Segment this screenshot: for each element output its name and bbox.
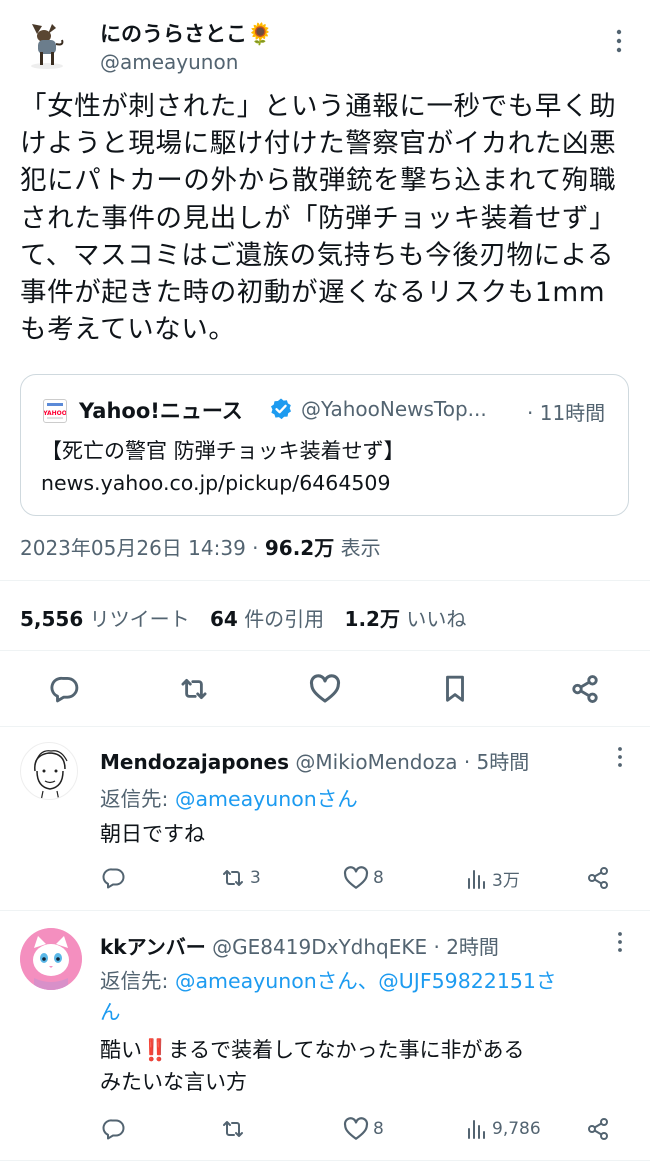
retweets-count: 5,556	[20, 607, 84, 631]
tweet-meta-line: 2023年05月26日 14:39 · 96.2万 表示	[20, 532, 381, 561]
reply-time: · 5時間	[463, 750, 530, 774]
retweet-button[interactable]	[220, 1117, 250, 1141]
reply-header: kkアンバー @GE8419DxYdhqEKE · 2時間	[100, 931, 499, 960]
reply-to-line: 返信先: @ameayunonさん	[100, 782, 358, 812]
views-icon	[466, 867, 488, 891]
reply-text-line: 酷い‼️まるで装着してなかった事に非がある	[100, 1038, 525, 1062]
like-icon	[343, 866, 369, 890]
more-icon[interactable]	[612, 28, 626, 54]
retweet-count: 3	[250, 868, 261, 888]
retweet-icon[interactable]	[178, 674, 210, 704]
more-icon[interactable]	[614, 931, 626, 953]
yahoo-logo-icon: YAHOO	[43, 399, 67, 423]
share-icon[interactable]	[570, 674, 600, 704]
reply-avatar[interactable]	[20, 928, 82, 990]
reply-header: Mendozajapones @MikioMendoza · 5時間	[100, 746, 529, 775]
author-avatar[interactable]	[18, 14, 76, 72]
tweet-timestamp[interactable]: 2023年05月26日 14:39	[20, 536, 246, 560]
reply-text: 朝日ですね	[100, 822, 205, 846]
reply-to-link[interactable]: ん	[100, 1000, 121, 1024]
quote-handle[interactable]: @YahooNewsTop...	[301, 397, 487, 421]
reply-to-prefix: 返信先:	[100, 969, 175, 993]
quote-headline: 【死亡の警官 防弾チョッキ装着せず】	[41, 439, 405, 463]
views-count: 9,786	[492, 1119, 541, 1139]
quotes-stat[interactable]: 64 件の引用	[210, 607, 331, 631]
more-icon[interactable]	[614, 746, 626, 768]
likes-label: いいね	[406, 607, 467, 631]
retweets-stat[interactable]: 5,556 リツイート	[20, 607, 196, 631]
reply-handle[interactable]: @GE8419DxYdhqEKE	[212, 935, 427, 959]
tweet-text: 「女性が刺された」という通報に一秒でも早く助けようと現場に駆け付けた警察官がイカ…	[20, 91, 617, 346]
likes-count: 1.2万	[344, 607, 400, 631]
views-count: 3万	[492, 871, 520, 891]
share-icon[interactable]	[586, 1117, 610, 1141]
reply-handle[interactable]: @MikioMendoza	[295, 750, 457, 774]
reply-to-link[interactable]: @ameayunonさん、@UJF59822151さ	[175, 969, 557, 993]
reply-to-prefix: 返信先:	[100, 787, 175, 811]
reply-display-name[interactable]: Mendozajapones	[100, 750, 289, 774]
reply-time: · 2時間	[433, 935, 499, 959]
views-icon	[466, 1117, 488, 1141]
reply-icon[interactable]	[50, 674, 80, 704]
likes-stat[interactable]: 1.2万 いいね	[345, 607, 467, 631]
retweet-button[interactable]: 3	[220, 866, 261, 890]
tweet-stats: 5,556 リツイート 64 件の引用 1.2万 いいね	[20, 603, 466, 632]
views-button[interactable]: 9,786	[466, 1117, 541, 1141]
quote-account-name[interactable]: Yahoo!ニュース	[79, 395, 243, 425]
quotes-label: 件の引用	[244, 607, 325, 631]
author-handle[interactable]: @ameayunon	[100, 50, 238, 74]
quoted-tweet-card[interactable]: YAHOO Yahoo!ニュース @YahooNewsTop... · 11時間…	[20, 374, 629, 516]
like-icon	[343, 1117, 369, 1141]
divider	[0, 1160, 650, 1161]
reply-text: 酷い‼️まるで装着してなかった事に非がある みたいな言い方	[100, 1034, 525, 1098]
reply-avatar[interactable]	[20, 742, 78, 800]
author-display-name[interactable]: にのうらさとこ🌻	[100, 18, 273, 48]
retweet-icon	[220, 866, 246, 890]
quotes-count: 64	[209, 607, 238, 631]
like-button[interactable]: 8	[343, 866, 384, 890]
quote-time: · 11時間	[527, 401, 606, 425]
share-icon[interactable]	[586, 866, 610, 890]
divider	[0, 580, 650, 581]
views-button[interactable]: 3万	[466, 866, 520, 891]
like-button[interactable]: 8	[343, 1117, 384, 1141]
retweet-icon	[220, 1117, 246, 1141]
reply-text-line: みたいな言い方	[100, 1070, 247, 1094]
views-count: 96.2万	[264, 536, 335, 560]
retweets-label: リツイート	[89, 607, 190, 631]
reply-display-name[interactable]: kkアンバー	[100, 935, 206, 959]
bookmark-icon[interactable]	[441, 674, 469, 704]
svg-text:YAHOO: YAHOO	[44, 410, 66, 417]
reply-icon[interactable]	[102, 866, 126, 890]
like-count: 8	[373, 868, 384, 888]
verified-badge-icon	[269, 397, 293, 421]
meta-separator: ·	[252, 536, 259, 560]
divider	[0, 910, 650, 911]
like-count: 8	[373, 1119, 384, 1139]
quote-link[interactable]: news.yahoo.co.jp/pickup/6464509	[41, 471, 391, 495]
like-icon[interactable]	[309, 674, 341, 704]
views-label: 表示	[340, 536, 381, 560]
divider	[0, 726, 650, 727]
reply-to-line: 返信先: @ameayunonさん、@UJF59822151さ ん	[100, 966, 556, 1028]
reply-to-link[interactable]: @ameayunonさん	[175, 787, 358, 811]
divider	[0, 650, 650, 651]
reply-icon[interactable]	[102, 1117, 126, 1141]
